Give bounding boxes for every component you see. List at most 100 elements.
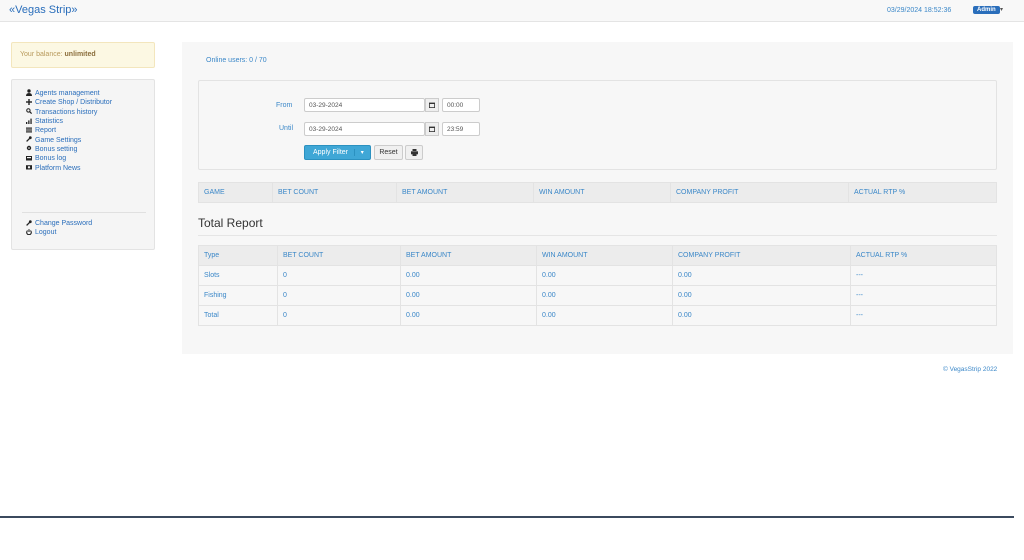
- table-cell: 0.00: [536, 305, 673, 326]
- inbox-icon: [24, 155, 33, 163]
- chevron-down-icon[interactable]: ▾: [353, 149, 371, 156]
- game-report-table: GAME BET COUNT BET AMOUNT WIN AMOUNT COM…: [198, 182, 997, 203]
- until-time-input[interactable]: 23:59: [442, 122, 480, 136]
- sidebar-item-change-password[interactable]: Change Password: [24, 219, 92, 228]
- table-cell: 0.00: [672, 265, 851, 286]
- table-cell: Fishing: [198, 285, 278, 306]
- table-header: ACTUAL RTP %: [850, 245, 997, 266]
- sidebar-item-transactions[interactable]: Transactions history: [24, 108, 112, 117]
- sidebar-item-label: Bonus setting: [35, 145, 78, 153]
- sidebar-item-label: Logout: [35, 229, 57, 237]
- sidebar-item-platform-news[interactable]: Platform News: [24, 163, 112, 172]
- chevron-down-icon[interactable]: ▾: [1000, 6, 1003, 13]
- title-divider: [198, 235, 997, 236]
- table-cell: Total: [198, 305, 278, 326]
- sidebar-item-label: Change Password: [35, 220, 93, 228]
- table-header: Type: [198, 245, 278, 266]
- top-navbar: «Vegas Strip» 03/29/2024 18:52:36 Admin …: [0, 0, 1024, 22]
- until-date-input[interactable]: 03-29-2024: [304, 122, 425, 136]
- sidebar-account-nav: Change Password Logout: [24, 219, 92, 238]
- sidebar-item-label: Platform News: [35, 164, 81, 172]
- table-header-row: GAME BET COUNT BET AMOUNT WIN AMOUNT COM…: [198, 182, 997, 203]
- power-icon: [24, 229, 33, 237]
- table-header-row: Type BET COUNT BET AMOUNT WIN AMOUNT COM…: [198, 245, 997, 266]
- sidebar-item-label: Create Shop / Distributor: [35, 99, 113, 107]
- bottom-bar: [0, 516, 1014, 518]
- table-header: WIN AMOUNT: [536, 245, 673, 266]
- table-cell: 0: [277, 265, 401, 286]
- search-icon: [24, 108, 33, 116]
- list-icon: [24, 127, 33, 135]
- sidebar-item-label: Transactions history: [35, 108, 98, 116]
- table-header: COMPANY PROFIT: [672, 245, 851, 266]
- from-time-input[interactable]: 00:00: [442, 98, 480, 112]
- sidebar: Agents management Create Shop / Distribu…: [11, 79, 155, 250]
- table-header: COMPANY PROFIT: [670, 182, 849, 203]
- table-row: Fishing 0 0.00 0.00 0.00 ---: [198, 285, 997, 306]
- sidebar-item-label: Bonus log: [35, 155, 67, 163]
- main-panel: Online users: 0 / 70 From 03-29-2024 00:…: [182, 42, 1013, 354]
- table-cell: ---: [850, 305, 997, 326]
- table-row: Total 0 0.00 0.00 0.00 ---: [198, 305, 997, 326]
- print-button[interactable]: [405, 145, 423, 160]
- table-header: GAME: [198, 182, 273, 203]
- sidebar-divider: [22, 212, 146, 213]
- camera-icon: [24, 164, 33, 172]
- print-icon: [410, 149, 418, 158]
- table-header: BET COUNT: [272, 182, 397, 203]
- calendar-icon[interactable]: [425, 98, 439, 112]
- table-header: ACTUAL RTP %: [848, 182, 997, 203]
- sidebar-item-statistics[interactable]: Statistics: [24, 117, 112, 126]
- table-cell: ---: [850, 285, 997, 306]
- table-cell: 0: [277, 305, 401, 326]
- plus-icon: [24, 98, 33, 107]
- table-cell: 0.00: [400, 265, 537, 286]
- table-cell: 0.00: [400, 305, 537, 326]
- sidebar-item-create-shop[interactable]: Create Shop / Distributor: [24, 98, 112, 107]
- signal-icon: [24, 118, 33, 126]
- table-cell: 0: [277, 285, 401, 306]
- wrench-icon: [24, 219, 33, 228]
- apply-filter-button[interactable]: Apply Filter ▾: [304, 145, 371, 160]
- from-date-input[interactable]: 03-29-2024: [304, 98, 425, 112]
- balance-label: Your balance:: [20, 51, 63, 58]
- server-datetime: 03/29/2024 18:52:36: [887, 7, 952, 14]
- sidebar-item-report[interactable]: Report: [24, 126, 112, 135]
- sidebar-item-bonus-setting[interactable]: Bonus setting: [24, 145, 112, 154]
- balance-box: Your balance: unlimited: [11, 42, 155, 68]
- table-cell: 0.00: [536, 285, 673, 306]
- table-cell: 0.00: [672, 285, 851, 306]
- sidebar-item-bonus-log[interactable]: Bonus log: [24, 154, 112, 163]
- total-report-table: Type BET COUNT BET AMOUNT WIN AMOUNT COM…: [198, 245, 997, 326]
- sidebar-item-agents[interactable]: Agents management: [24, 89, 112, 98]
- wrench-icon: [24, 136, 33, 144]
- reset-button[interactable]: Reset: [374, 145, 403, 160]
- sidebar-item-logout[interactable]: Logout: [24, 228, 92, 237]
- table-cell: 0.00: [400, 285, 537, 306]
- calendar-icon[interactable]: [425, 122, 439, 136]
- table-header: WIN AMOUNT: [533, 182, 671, 203]
- apply-filter-label: Apply Filter: [313, 149, 349, 156]
- table-header: BET AMOUNT: [400, 245, 537, 266]
- table-cell: 0.00: [672, 305, 851, 326]
- brand-link[interactable]: «Vegas Strip»: [9, 4, 78, 16]
- table-header: BET COUNT: [277, 245, 401, 266]
- table-cell: 0.00: [536, 265, 673, 286]
- table-cell: Slots: [198, 265, 278, 286]
- user-icon: [24, 89, 33, 98]
- from-label: From: [276, 102, 293, 109]
- total-report-title: Total Report: [198, 216, 263, 230]
- table-cell: ---: [850, 265, 997, 286]
- sidebar-item-label: Game Settings: [35, 136, 82, 144]
- sidebar-item-label: Agents management: [35, 90, 100, 98]
- filter-form: From 03-29-2024 00:00 Until 03-29-2024 2…: [198, 80, 997, 170]
- sidebar-item-game-settings[interactable]: Game Settings: [24, 135, 112, 144]
- sidebar-nav: Agents management Create Shop / Distribu…: [24, 89, 112, 173]
- gear-icon: [24, 145, 33, 153]
- table-row: Slots 0 0.00 0.00 0.00 ---: [198, 265, 997, 286]
- footer-copyright: © VegasStrip 2022: [943, 366, 998, 373]
- sidebar-item-label: Statistics: [35, 118, 64, 126]
- sidebar-item-label: Report: [35, 127, 57, 135]
- user-menu-badge[interactable]: Admin: [973, 6, 1000, 14]
- balance-value: unlimited: [64, 51, 96, 58]
